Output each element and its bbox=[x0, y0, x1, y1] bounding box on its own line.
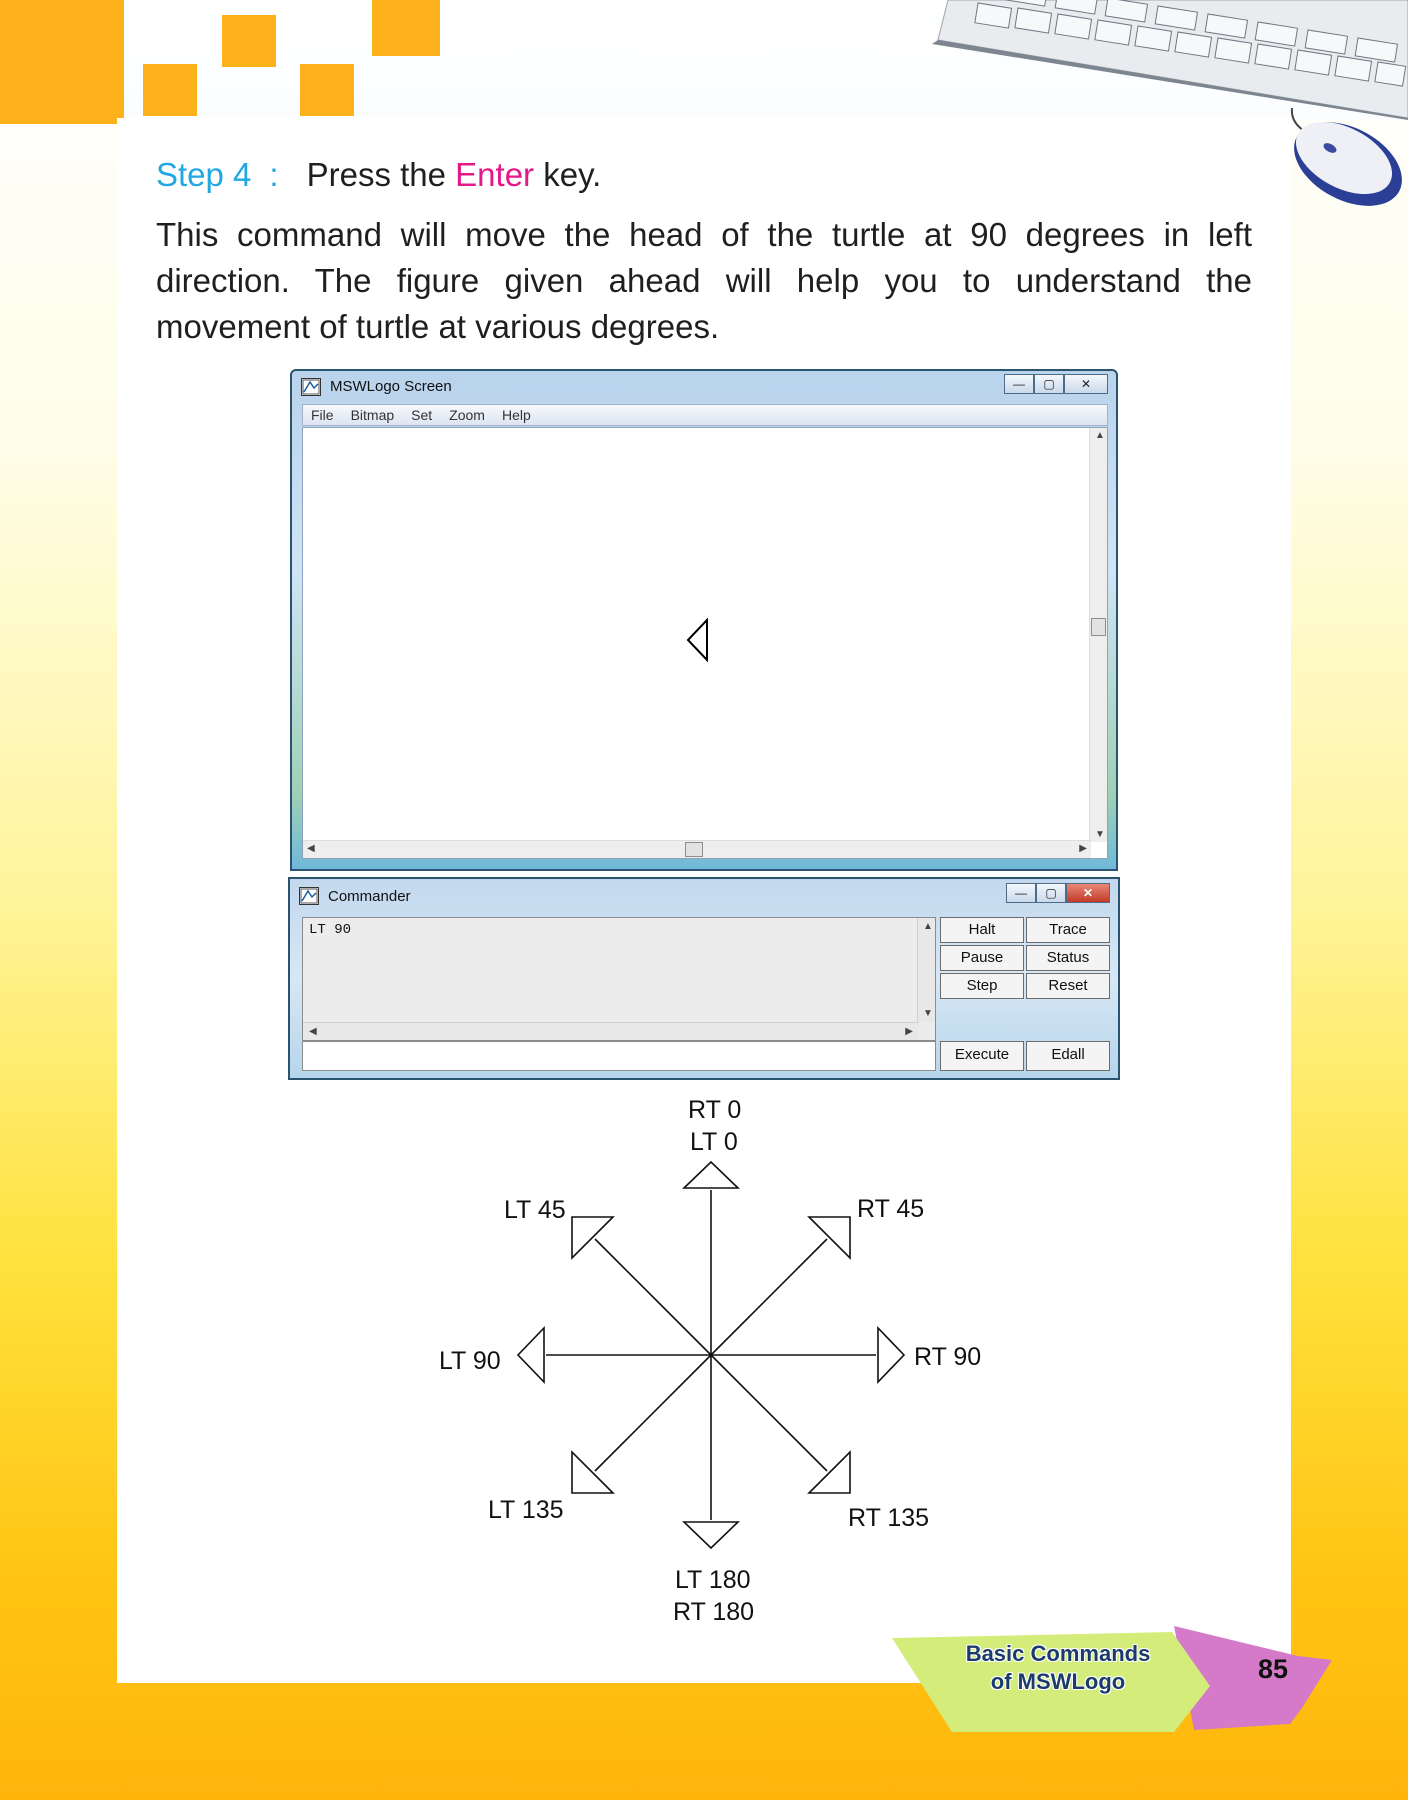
direction-arrows bbox=[516, 1160, 906, 1550]
menu-bar: File Bitmap Set Zoom Help bbox=[302, 404, 1108, 426]
pause-button[interactable]: Pause bbox=[940, 945, 1024, 971]
corner-block bbox=[0, 0, 124, 124]
arrowhead-left-icon bbox=[516, 1326, 545, 1384]
scroll-down-icon[interactable]: ▼ bbox=[923, 1008, 933, 1019]
arrow-down-right-line bbox=[710, 1354, 828, 1472]
commander-buttons: Halt Trace Pause Status Step Reset bbox=[940, 917, 1112, 999]
step-text-end: key. bbox=[543, 156, 602, 193]
maximize-button[interactable]: ▢ bbox=[1034, 374, 1064, 394]
mswlogo-screen-window: MSWLogo Screen — ▢ ✕ File Bitmap Set Zoo… bbox=[290, 369, 1118, 871]
step-heading: Step 4: Press the Enter key. bbox=[156, 156, 601, 194]
command-history[interactable]: LT 90 ▲ ▼ ◀ ▶ bbox=[302, 917, 936, 1041]
arrowhead-right-icon bbox=[877, 1326, 906, 1384]
edall-button[interactable]: Edall bbox=[1026, 1041, 1110, 1071]
chapter-title-line2: of MSWLogo bbox=[990, 1669, 1126, 1694]
logo-app-icon bbox=[301, 378, 321, 396]
label-lt90: LT 90 bbox=[439, 1347, 501, 1375]
menu-set[interactable]: Set bbox=[411, 407, 432, 423]
scroll-right-icon[interactable]: ▶ bbox=[905, 1026, 913, 1037]
commander-title: Commander bbox=[328, 888, 411, 905]
commander-app-icon bbox=[299, 887, 319, 905]
execute-button[interactable]: Execute bbox=[940, 1041, 1024, 1071]
status-button[interactable]: Status bbox=[1026, 945, 1110, 971]
close-button[interactable]: ✕ bbox=[1064, 374, 1108, 394]
scroll-left-icon[interactable]: ◀ bbox=[307, 843, 315, 854]
step-colon: : bbox=[269, 156, 279, 193]
trace-button[interactable]: Trace bbox=[1026, 917, 1110, 943]
halt-button[interactable]: Halt bbox=[940, 917, 1024, 943]
label-lt0: LT 0 bbox=[690, 1128, 738, 1156]
scroll-left-icon[interactable]: ◀ bbox=[309, 1026, 317, 1037]
menu-zoom[interactable]: Zoom bbox=[449, 407, 485, 423]
arrowhead-up-icon bbox=[682, 1160, 740, 1189]
label-lt135: LT 135 bbox=[488, 1496, 564, 1524]
reset-button[interactable]: Reset bbox=[1026, 973, 1110, 999]
command-input[interactable] bbox=[302, 1041, 936, 1071]
arrowhead-down-icon bbox=[682, 1521, 740, 1550]
horizontal-scrollbar[interactable]: ◀ ▶ bbox=[303, 840, 1091, 858]
chapter-title-line1: Basic Commands bbox=[965, 1641, 1151, 1666]
mouse-image bbox=[1290, 108, 1402, 206]
label-rt180: RT 180 bbox=[673, 1598, 755, 1626]
history-entry: LT 90 bbox=[309, 922, 352, 938]
label-lt180: LT 180 bbox=[675, 1566, 751, 1594]
arrow-up-left-line bbox=[594, 1238, 712, 1356]
minimize-button[interactable]: — bbox=[1006, 883, 1036, 903]
close-button[interactable]: ✕ bbox=[1066, 883, 1110, 903]
minimize-button[interactable]: — bbox=[1004, 374, 1034, 394]
arrow-down-left-line bbox=[594, 1354, 712, 1472]
label-rt45: RT 45 bbox=[857, 1195, 925, 1223]
label-rt135: RT 135 bbox=[848, 1504, 930, 1532]
history-horizontal-scrollbar[interactable]: ◀ ▶ bbox=[303, 1022, 919, 1040]
page-number: 85 bbox=[1257, 1654, 1289, 1684]
window-title: MSWLogo Screen bbox=[330, 378, 452, 395]
commander-run-buttons: Execute Edall bbox=[940, 1041, 1112, 1071]
chapter-title: Basic Commands of MSWLogo bbox=[958, 1640, 1158, 1696]
scroll-up-icon[interactable]: ▲ bbox=[1095, 430, 1105, 441]
label-lt45: LT 45 bbox=[504, 1196, 566, 1224]
label-rt90: RT 90 bbox=[914, 1343, 982, 1371]
description-paragraph: This command will move the head of the t… bbox=[156, 216, 1252, 345]
turtle-direction-diagram: RT 0 LT 0 LT 45 RT 45 LT 90 RT 90 LT 135… bbox=[420, 1090, 1000, 1630]
label-rt0: RT 0 bbox=[688, 1096, 742, 1124]
decor-square bbox=[300, 64, 354, 116]
commander-window-controls: — ▢ ✕ bbox=[1006, 883, 1110, 903]
vertical-scrollbar[interactable]: ▲ ▼ bbox=[1089, 428, 1107, 842]
scroll-thumb[interactable] bbox=[1091, 618, 1106, 636]
decor-square bbox=[372, 0, 440, 56]
scroll-thumb[interactable] bbox=[685, 842, 703, 857]
menu-file[interactable]: File bbox=[311, 407, 334, 423]
window-controls: — ▢ ✕ bbox=[1004, 374, 1108, 394]
step-key: Enter bbox=[455, 156, 535, 193]
commander-window: Commander — ▢ ✕ LT 90 ▲ ▼ ◀ ▶ Halt Trace… bbox=[288, 877, 1120, 1080]
decor-square bbox=[222, 15, 276, 67]
decor-square bbox=[143, 64, 197, 116]
menu-help[interactable]: Help bbox=[502, 407, 531, 423]
step-text: Press the bbox=[306, 156, 446, 193]
menu-bitmap[interactable]: Bitmap bbox=[351, 407, 395, 423]
scroll-right-icon[interactable]: ▶ bbox=[1079, 843, 1087, 854]
arrow-up-right-line bbox=[710, 1238, 828, 1356]
turtle-icon bbox=[686, 618, 708, 662]
step-button[interactable]: Step bbox=[940, 973, 1024, 999]
turtle-canvas[interactable]: ▲ ▼ ◀ ▶ bbox=[302, 427, 1108, 859]
history-vertical-scrollbar[interactable]: ▲ ▼ bbox=[917, 918, 935, 1022]
maximize-button[interactable]: ▢ bbox=[1036, 883, 1066, 903]
scroll-up-icon[interactable]: ▲ bbox=[923, 921, 933, 932]
scroll-down-icon[interactable]: ▼ bbox=[1095, 829, 1105, 840]
keyboard-image bbox=[932, 0, 1408, 120]
step-label: Step 4 bbox=[156, 156, 252, 193]
